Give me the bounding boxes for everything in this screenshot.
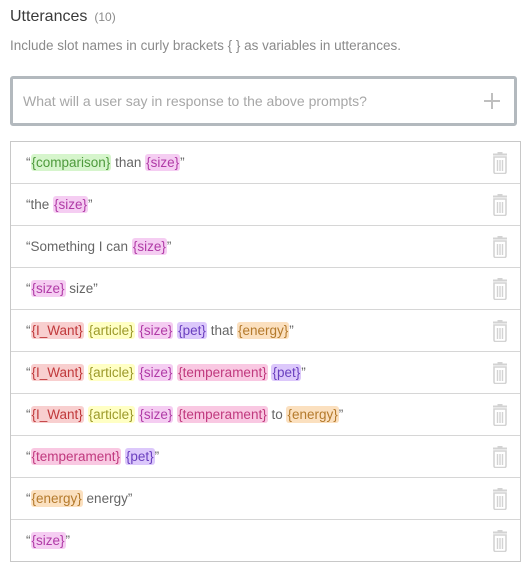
utterance-text-fragment: ” — [180, 155, 185, 170]
utterance-text[interactable]: “{temperament} {pet}” — [11, 448, 160, 465]
utterance-list: “{comparison} than {size}” “the {size}” “S… — [10, 141, 521, 562]
slot-tag-article: {article} — [87, 364, 135, 381]
utterance-text-fragment: ” — [166, 239, 172, 254]
utterance-row[interactable]: “{energy} energy” — [11, 478, 520, 520]
slot-tag-temperament: {temperament} — [30, 448, 122, 465]
slot-tag-energy: {energy} — [30, 490, 83, 507]
slot-tag-pet: {pet} — [177, 322, 207, 339]
slot-tag-size: {size} — [145, 154, 181, 171]
trash-icon[interactable] — [490, 152, 510, 175]
utterance-text-fragment — [84, 323, 88, 338]
trash-icon[interactable] — [490, 530, 510, 553]
utterance-text[interactable]: “{comparison} than {size}” — [11, 154, 185, 171]
utterance-text-fragment: ” — [338, 407, 344, 422]
slot-tag-article: {article} — [87, 322, 135, 339]
utterance-text[interactable]: “{energy} energy” — [11, 490, 133, 507]
slot-tag-size: {size} — [30, 532, 66, 549]
utterance-text-fragment: “ — [26, 155, 31, 170]
section-title: Utterances — [10, 8, 88, 25]
section-header: Utterances (10) — [10, 8, 116, 26]
utterance-count: (10) — [94, 10, 116, 24]
utterance-input-box — [10, 76, 517, 126]
trash-icon[interactable] — [490, 362, 510, 385]
utterance-text[interactable]: “{I_Want} {article} {size} {pet} that {e… — [11, 322, 294, 339]
utterance-text-fragment: ” — [88, 197, 93, 212]
trash-icon[interactable] — [490, 194, 510, 217]
slot-tag-i-want: {I_Want} — [30, 406, 84, 423]
trash-icon[interactable] — [490, 488, 510, 511]
utterance-text-fragment: energy” — [82, 491, 133, 506]
utterance-text-fragment: “the — [26, 197, 54, 212]
utterance-text[interactable]: “{size} size” — [11, 280, 98, 297]
utterance-row[interactable]: “{size}” — [11, 520, 520, 561]
slot-tag-pet: {pet} — [271, 364, 302, 381]
utterance-row[interactable]: “{comparison} than {size}” — [11, 142, 520, 184]
utterance-row[interactable]: “{size} size” — [11, 268, 520, 310]
utterance-row[interactable]: “{I_Want} {article} {size} {pet} that {e… — [11, 310, 520, 352]
utterance-text-fragment — [84, 407, 88, 422]
utterance-row[interactable]: “{I_Want} {article} {size} {temperament}… — [11, 352, 520, 394]
utterance-text-fragment: “ — [26, 491, 31, 506]
utterance-row[interactable]: “{temperament} {pet}” — [11, 436, 520, 478]
slot-tag-size: {size} — [138, 364, 174, 381]
slot-tag-size: {size} — [138, 406, 174, 423]
utterance-text-fragment: ” — [289, 323, 294, 338]
slot-tag-temperament: {temperament} — [177, 364, 268, 381]
utterance-text-fragment: “ — [26, 323, 31, 338]
utterance-text[interactable]: “Something I can {size}” — [11, 238, 172, 255]
utterance-row[interactable]: “{I_Want} {article} {size} {temperament}… — [11, 394, 520, 436]
utterance-input[interactable] — [13, 79, 482, 123]
help-text: Include slot names in curly brackets { }… — [10, 38, 401, 53]
utterance-text-fragment: to — [267, 407, 287, 422]
utterance-text-fragment: “ — [26, 449, 31, 464]
slot-tag-size: {size} — [30, 280, 66, 297]
slot-tag-article: {article} — [87, 406, 135, 423]
utterance-text-fragment: that — [206, 323, 237, 338]
trash-icon[interactable] — [490, 320, 510, 343]
trash-icon[interactable] — [490, 278, 510, 301]
slot-tag-size: {size} — [131, 238, 167, 255]
slot-tag-size: {size} — [138, 322, 174, 339]
slot-tag-comparison: {comparison} — [30, 154, 112, 171]
utterance-row[interactable]: “Something I can {size}” — [11, 226, 520, 268]
utterance-text-fragment: size” — [65, 281, 98, 296]
utterance-row[interactable]: “the {size}” — [11, 184, 520, 226]
utterance-text-fragment: “ — [26, 281, 31, 296]
utterance-text[interactable]: “{size}” — [11, 532, 71, 549]
slot-tag-i-want: {I_Want} — [30, 364, 84, 381]
plus-icon[interactable] — [482, 91, 502, 111]
utterance-text-fragment: “ — [26, 407, 31, 422]
utterances-panel: Utterances (10) Include slot names in cu… — [0, 0, 531, 572]
slot-tag-temperament: {temperament} — [177, 406, 268, 423]
trash-icon[interactable] — [490, 236, 510, 259]
slot-tag-size: {size} — [53, 196, 89, 213]
utterance-text[interactable]: “{I_Want} {article} {size} {temperament}… — [11, 406, 344, 423]
utterance-text-fragment: ” — [154, 449, 160, 464]
trash-icon[interactable] — [490, 404, 510, 427]
utterance-text[interactable]: “the {size}” — [11, 196, 93, 213]
utterance-text-fragment: “ — [26, 365, 31, 380]
slot-tag-energy: {energy} — [286, 406, 339, 423]
slot-tag-energy: {energy} — [236, 322, 290, 339]
utterance-text-fragment: ” — [65, 533, 71, 548]
slot-tag-pet: {pet} — [124, 448, 155, 465]
utterance-text-fragment: than — [111, 155, 146, 170]
trash-icon[interactable] — [490, 446, 510, 469]
utterance-text[interactable]: “{I_Want} {article} {size} {temperament}… — [11, 364, 306, 381]
utterance-text-fragment: “ — [26, 533, 31, 548]
utterance-text-fragment — [84, 365, 88, 380]
slot-tag-i-want: {I_Want} — [30, 322, 84, 339]
utterance-text-fragment: “Something I can — [26, 239, 132, 254]
utterance-text-fragment: ” — [301, 365, 306, 380]
